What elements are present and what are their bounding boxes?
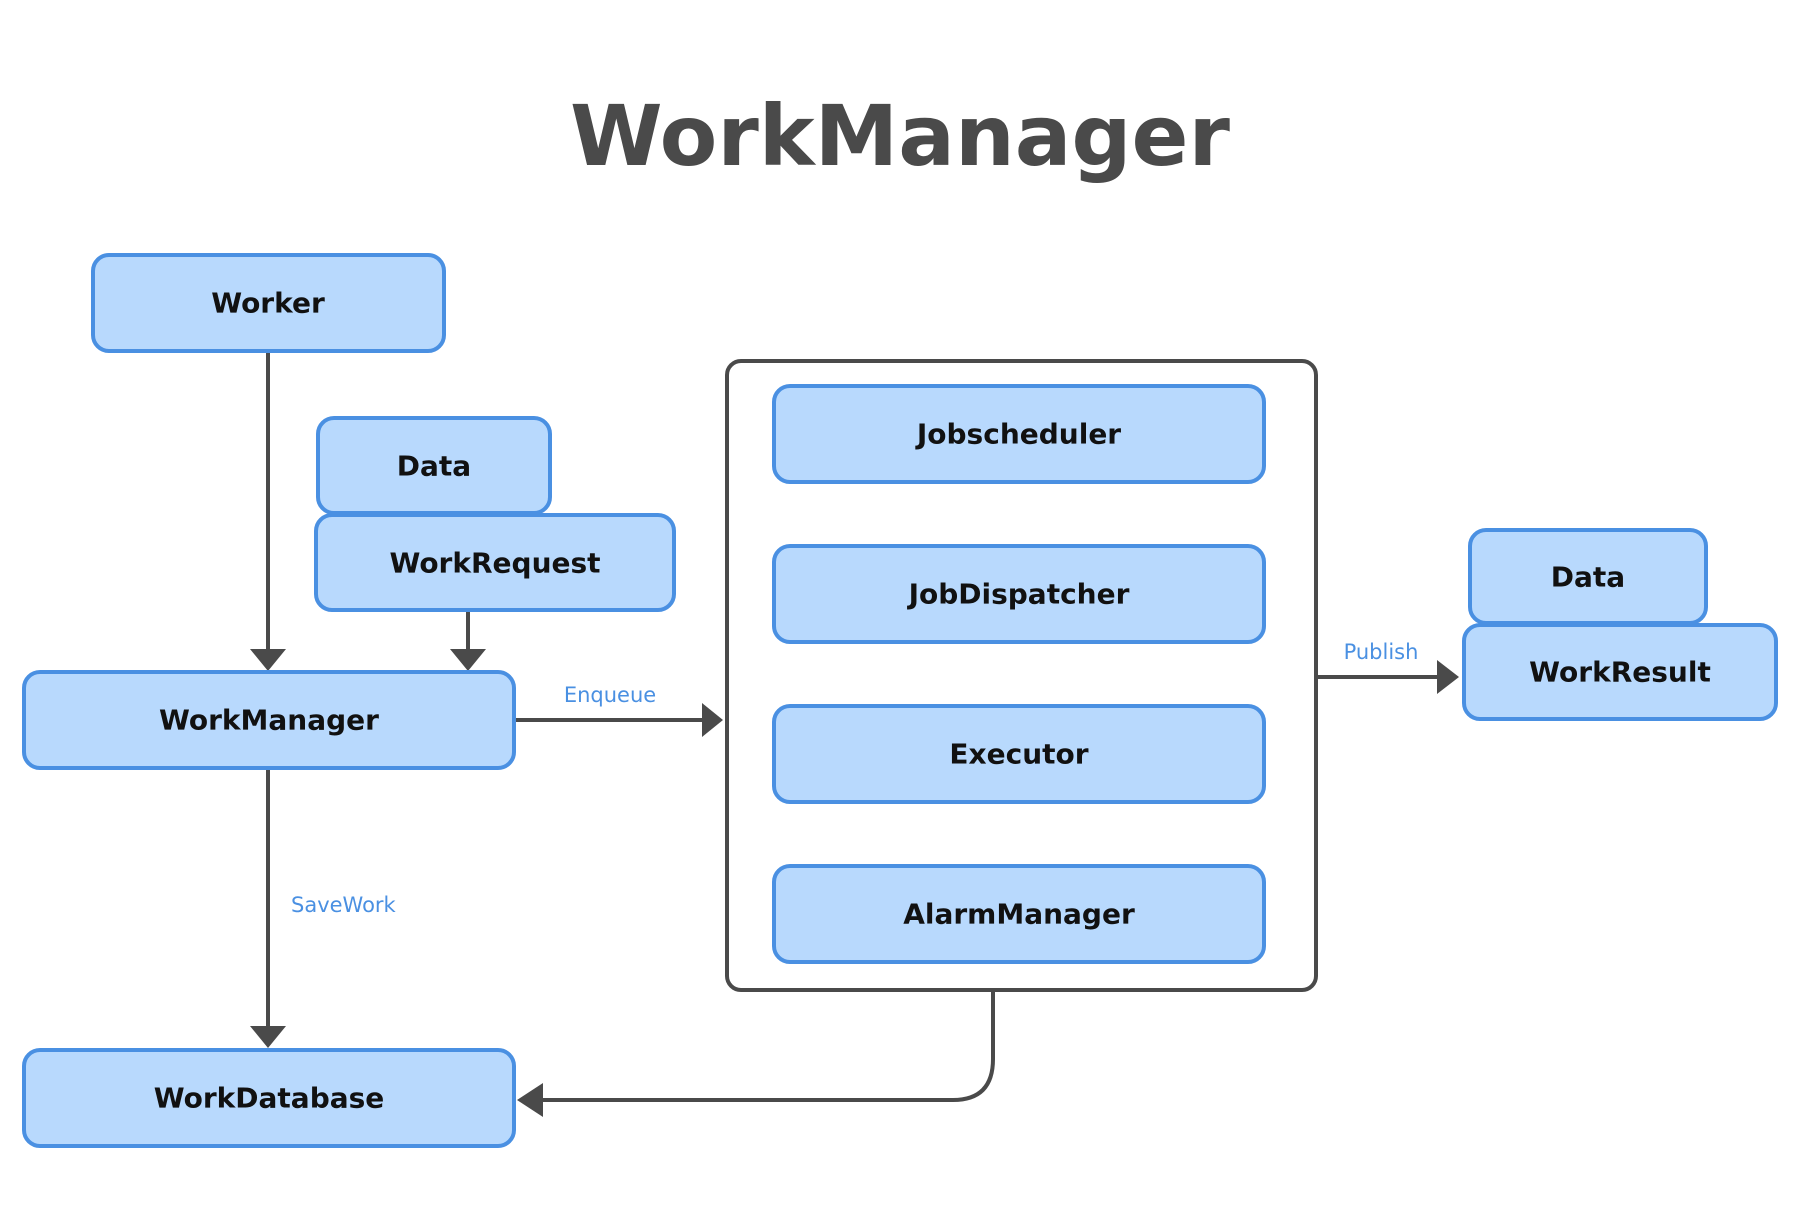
edge-label-enqueue: Enqueue (564, 683, 656, 707)
node-data-input[interactable]: Data (316, 416, 552, 515)
node-workdatabase[interactable]: WorkDatabase (22, 1048, 516, 1148)
node-label: JobDispatcher (907, 578, 1130, 611)
arrowhead-right-icon (702, 703, 723, 737)
node-label: Executor (949, 738, 1088, 771)
edge-label-publish: Publish (1344, 640, 1419, 664)
node-jobscheduler[interactable]: Jobscheduler (772, 384, 1266, 484)
node-workrequest[interactable]: WorkRequest (314, 513, 676, 612)
node-workresult[interactable]: WorkResult (1462, 623, 1778, 721)
node-label: Jobscheduler (915, 418, 1121, 451)
node-data-output[interactable]: Data (1468, 528, 1708, 625)
node-label: Data (1551, 561, 1625, 594)
node-workmanager[interactable]: WorkManager (22, 670, 516, 770)
diagram-title: WorkManager (570, 87, 1231, 185)
arrowhead-left-icon (517, 1083, 543, 1117)
node-label: WorkDatabase (154, 1082, 385, 1115)
node-executor[interactable]: Executor (772, 704, 1266, 804)
node-label: Worker (211, 287, 325, 320)
edge-label-savework: SaveWork (291, 893, 397, 917)
node-label: Data (397, 450, 471, 483)
node-label: WorkRequest (389, 547, 600, 580)
arrowhead-down-icon (450, 649, 486, 671)
node-worker[interactable]: Worker (91, 253, 446, 353)
node-alarmmanager[interactable]: AlarmManager (772, 864, 1266, 964)
arrowhead-right-icon (1437, 660, 1459, 694)
node-label: WorkManager (159, 704, 379, 737)
edge-container-to-workdatabase (540, 992, 995, 1102)
arrowhead-down-icon (250, 649, 286, 671)
node-label: WorkResult (1529, 656, 1711, 689)
arrowhead-down-icon (250, 1026, 286, 1048)
node-label: AlarmManager (903, 898, 1135, 931)
workmanager-diagram: WorkManager Enqueue SaveWork Publish Wor… (22, 87, 1778, 1148)
node-jobdispatcher[interactable]: JobDispatcher (772, 544, 1266, 644)
